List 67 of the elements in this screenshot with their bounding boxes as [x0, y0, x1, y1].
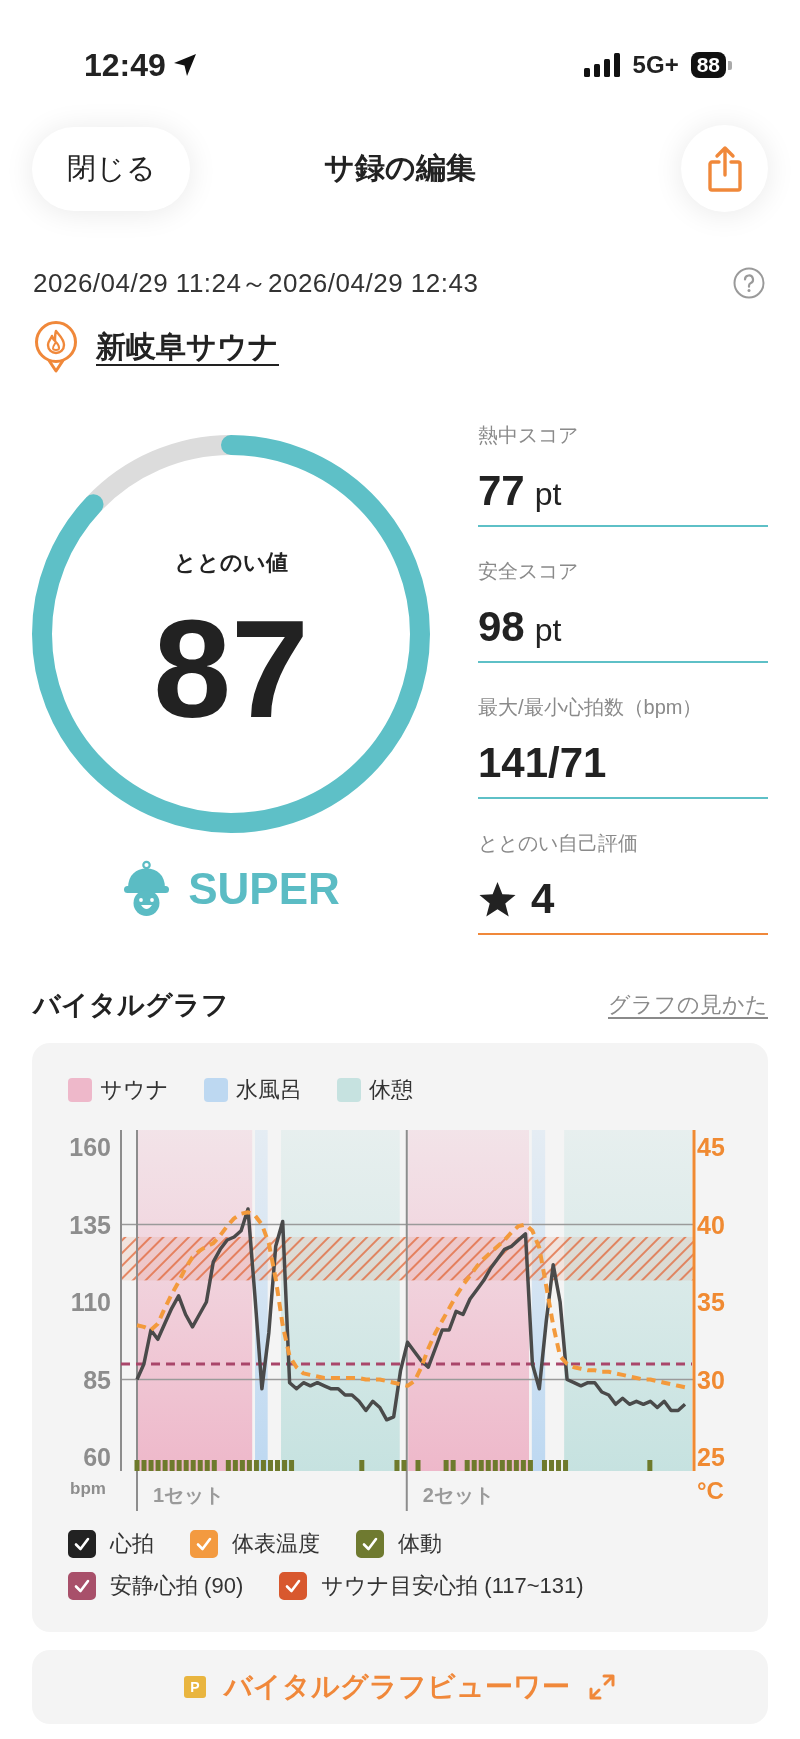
battery-level: 88	[690, 52, 726, 78]
movement-mark	[268, 1460, 273, 1471]
temperature-tick-label: 30	[697, 1365, 725, 1394]
temperature-tick-label: 25	[697, 1443, 725, 1472]
metric-value: 4	[531, 874, 555, 924]
set-label: 2セット	[422, 1484, 494, 1506]
toggle-label: 体表温度	[232, 1530, 320, 1558]
y-axis-tick-label: 135	[69, 1210, 111, 1239]
network-type: 5G+	[632, 50, 679, 80]
help-icon[interactable]	[733, 267, 765, 299]
temperature-tick-label: 35	[697, 1288, 725, 1317]
score-value: 87	[153, 599, 309, 739]
status-time: 12:49	[84, 46, 166, 85]
section-title: バイタルグラフ	[33, 989, 229, 1022]
movement-mark	[563, 1460, 569, 1471]
metric-value: 98	[478, 602, 525, 652]
share-icon	[705, 144, 744, 193]
checkbox[interactable]	[279, 1572, 308, 1600]
score-label: ととのい値	[174, 549, 288, 577]
y-axis-unit-label: bpm	[70, 1479, 106, 1498]
close-button[interactable]: 閉じる	[32, 126, 190, 211]
legend-label: 水風呂	[236, 1076, 302, 1104]
y-axis-tick-label: 60	[83, 1443, 111, 1472]
temperature-tick-label: 45	[697, 1133, 725, 1162]
flame-pin-icon	[33, 320, 79, 374]
checkbox[interactable]	[356, 1530, 384, 1558]
toggle-label: 心拍	[110, 1530, 154, 1558]
metric-value: 77	[478, 466, 525, 516]
set-label: 1セット	[153, 1484, 225, 1506]
checkbox[interactable]	[68, 1572, 96, 1600]
graph-help-link[interactable]: グラフの見かた	[608, 990, 768, 1020]
movement-mark	[647, 1460, 653, 1471]
helmet-mascot-icon	[122, 860, 172, 917]
legend-label: サウナ	[100, 1076, 169, 1104]
metric-unit: pt	[534, 611, 562, 650]
temperature-tick-label: 40	[697, 1210, 725, 1239]
movement-mark	[275, 1460, 280, 1471]
toggle-label: 安静心拍 (90)	[110, 1572, 244, 1600]
checkbox[interactable]	[68, 1530, 96, 1558]
premium-badge: P	[184, 1676, 206, 1698]
session-period: 2026/04/29 11:24～2026/04/29 12:43	[33, 267, 479, 299]
signal-bars-icon	[583, 53, 621, 77]
metric-value: 141/71	[478, 738, 607, 788]
legend-label: 休憩	[369, 1076, 413, 1104]
page-title: サ録の編集	[324, 150, 476, 186]
temperature-unit-label: °C	[697, 1477, 724, 1504]
venue-link[interactable]: 新岐阜サウナ	[96, 326, 279, 368]
expand-icon	[588, 1673, 616, 1701]
movement-mark	[541, 1460, 547, 1471]
metric-label: 最大/最小心拍数（bpm）	[478, 695, 704, 720]
star-icon	[478, 879, 517, 919]
metric-label: 安全スコア	[478, 559, 579, 584]
movement-mark	[556, 1460, 561, 1471]
battery-cap-icon	[728, 60, 732, 70]
movement-mark	[359, 1460, 365, 1471]
checkbox[interactable]	[190, 1530, 218, 1558]
y-axis-tick-label: 110	[70, 1288, 111, 1317]
toggle-label: 体動	[398, 1530, 442, 1558]
movement-mark	[549, 1460, 554, 1471]
metric-unit: pt	[534, 475, 562, 514]
y-axis-tick-label: 160	[69, 1133, 111, 1162]
metric-label: 熱中スコア	[478, 423, 579, 448]
movement-mark	[415, 1460, 421, 1471]
y-axis-tick-label: 85	[83, 1365, 111, 1394]
metric-label: ととのい自己評価	[478, 831, 639, 856]
rank-label: SUPER	[188, 863, 340, 914]
toggle-label: サウナ目安心拍 (117~131)	[321, 1572, 584, 1600]
